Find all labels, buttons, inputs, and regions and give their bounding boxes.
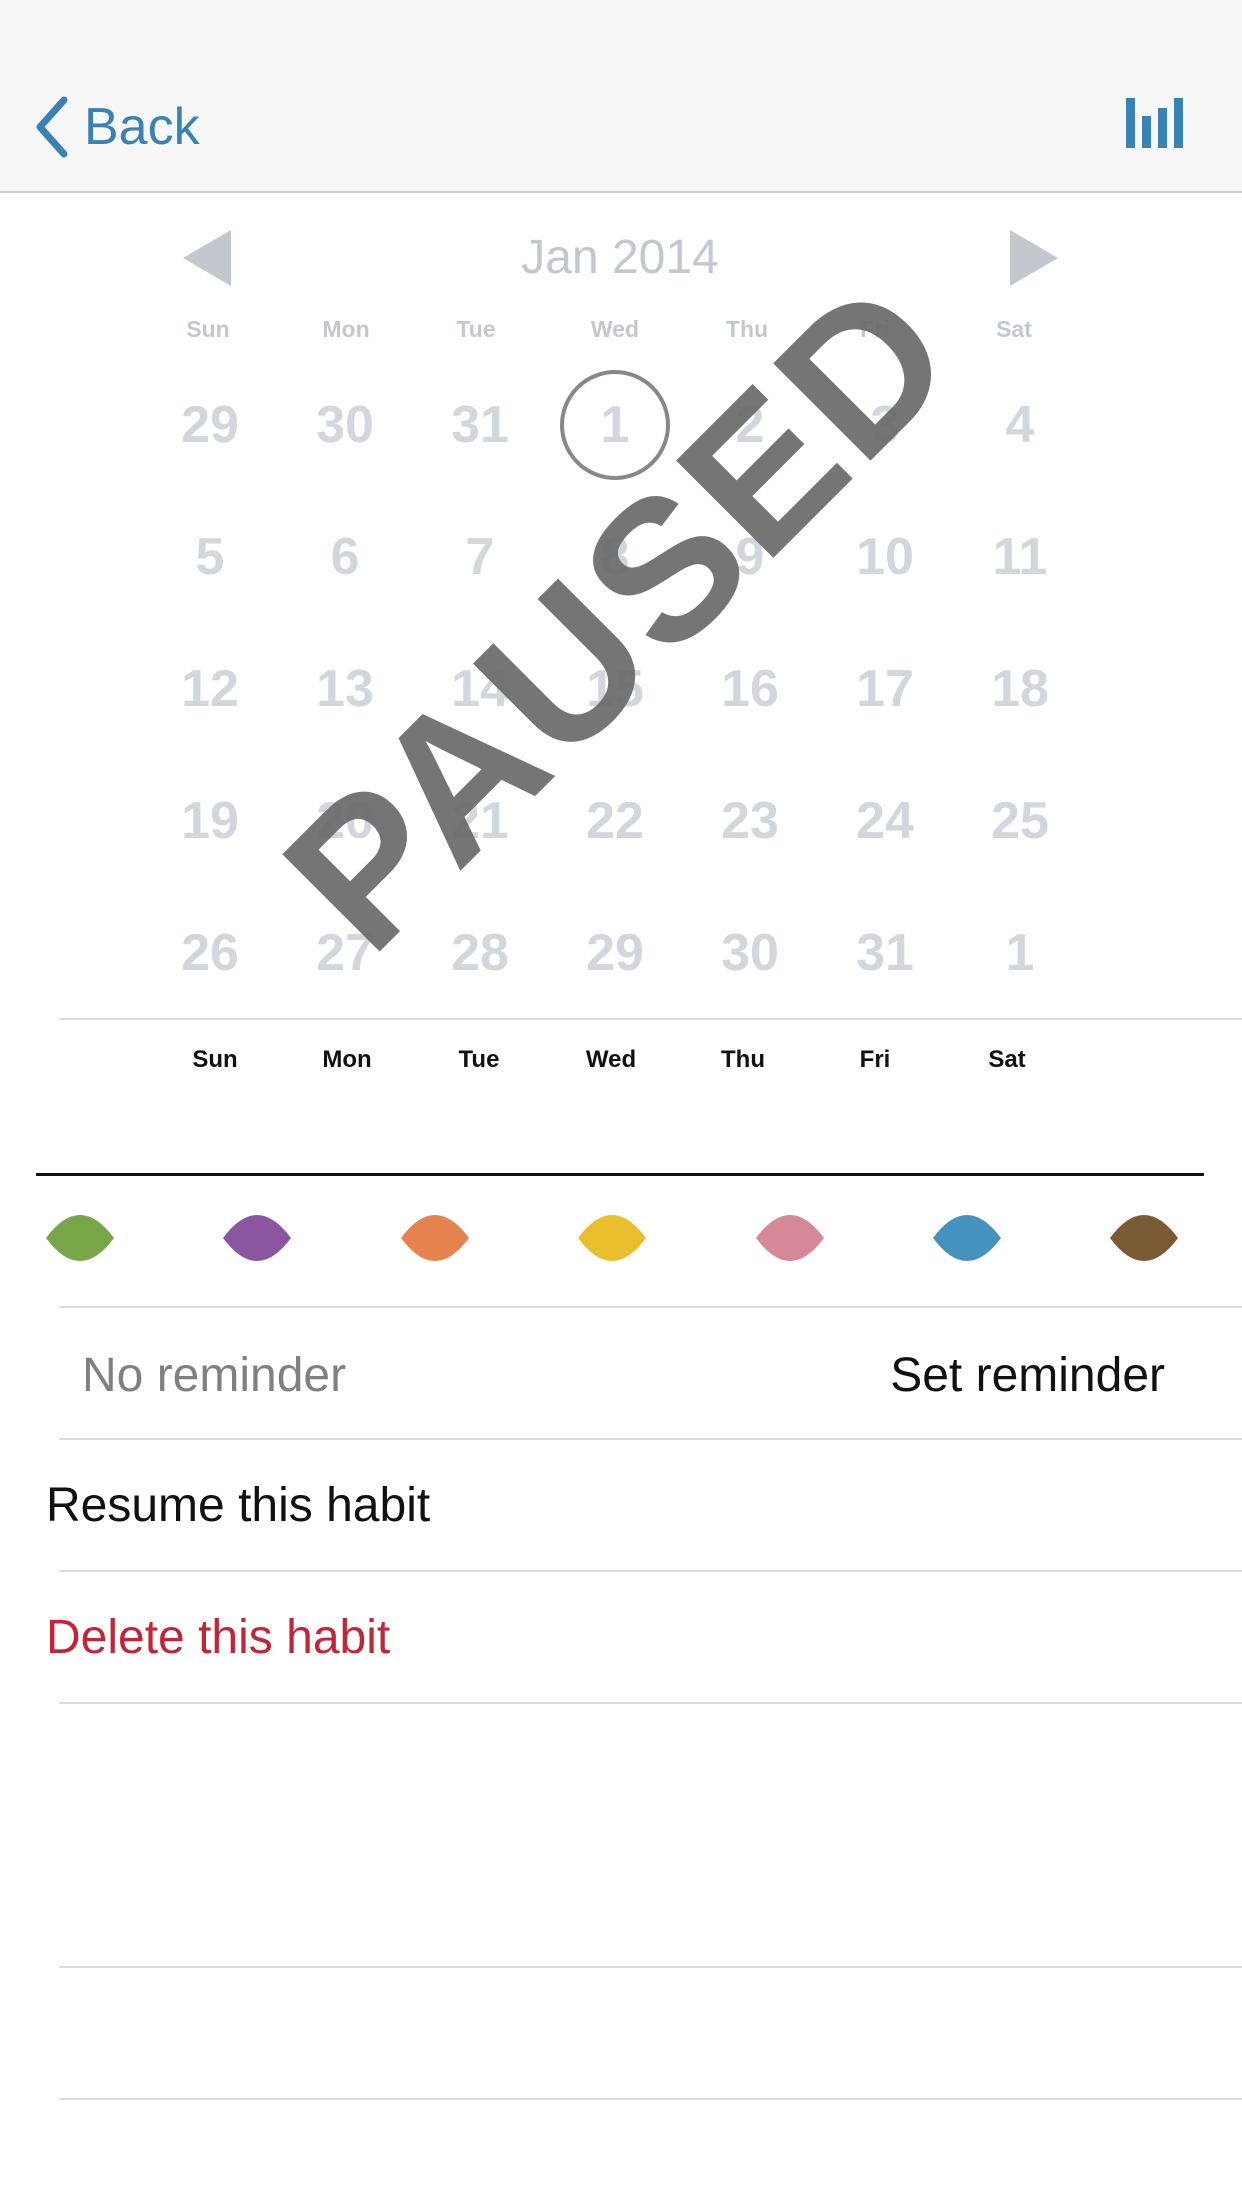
calendar-day[interactable]: 28	[425, 898, 535, 1008]
calendar-day[interactable]: 19	[155, 766, 265, 876]
calendar-day[interactable]: 11	[965, 502, 1075, 612]
color-swatch-blue[interactable]	[931, 1212, 1003, 1264]
calendar-day[interactable]: 31	[830, 898, 940, 1008]
calendar-day[interactable]: 18	[965, 634, 1075, 744]
calendar-day[interactable]: 7	[425, 502, 535, 612]
schedule-day-tue[interactable]: Tue	[419, 1046, 539, 1074]
calendar-day[interactable]: 5	[155, 502, 265, 612]
schedule-day-wed[interactable]: Wed	[551, 1046, 671, 1074]
calendar-day[interactable]: 4	[965, 370, 1075, 480]
calendar-day[interactable]: 10	[830, 502, 940, 612]
calendar-day[interactable]: 17	[830, 634, 940, 744]
divider	[59, 1018, 1242, 1020]
set-reminder-button[interactable]: Set reminder	[890, 1348, 1165, 1403]
calendar-day[interactable]: 31	[425, 370, 535, 480]
calendar-day[interactable]: 30	[290, 370, 400, 480]
calendar-day[interactable]: 3	[830, 370, 940, 480]
resume-habit-label: Resume this habit	[46, 1479, 431, 1532]
calendar-day[interactable]: 12	[155, 634, 265, 744]
calendar-day[interactable]: 26	[155, 898, 265, 1008]
color-swatch-pink[interactable]	[754, 1212, 826, 1264]
divider	[59, 1702, 1242, 1704]
delete-habit-button[interactable]: Delete this habit	[0, 1572, 1242, 1702]
calendar-day[interactable]: 27	[290, 898, 400, 1008]
calendar-day[interactable]: 25	[965, 766, 1075, 876]
schedule-day-sat[interactable]: Sat	[947, 1046, 1067, 1074]
calendar-day[interactable]: 30	[695, 898, 805, 1008]
calendar-day[interactable]: 13	[290, 634, 400, 744]
color-swatch-orange[interactable]	[399, 1212, 471, 1264]
divider	[59, 1966, 1242, 1968]
schedule-underline	[36, 1173, 1204, 1176]
schedule-day-sun[interactable]: Sun	[155, 1046, 275, 1074]
schedule-day-thu[interactable]: Thu	[683, 1046, 803, 1074]
calendar-day[interactable]: 14	[425, 634, 535, 744]
color-picker	[0, 1210, 1242, 1270]
calendar-day[interactable]: 2	[695, 370, 805, 480]
calendar-day[interactable]: 16	[695, 634, 805, 744]
color-swatch-green[interactable]	[44, 1212, 116, 1264]
calendar-day[interactable]: 6	[290, 502, 400, 612]
calendar-day[interactable]: 15	[560, 634, 670, 744]
color-swatch-purple[interactable]	[221, 1212, 293, 1264]
schedule-day-fri[interactable]: Fri	[815, 1046, 935, 1074]
calendar-day[interactable]: 22	[560, 766, 670, 876]
calendar-day[interactable]: 24	[830, 766, 940, 876]
schedule-day-mon[interactable]: Mon	[287, 1046, 407, 1074]
color-swatch-yellow[interactable]	[576, 1212, 648, 1264]
calendar-day[interactable]: 21	[425, 766, 535, 876]
calendar-day[interactable]: 1	[965, 898, 1075, 1008]
resume-habit-button[interactable]: Resume this habit	[0, 1440, 1242, 1570]
calendar-day[interactable]: 29	[560, 898, 670, 1008]
calendar-grid: 29 30 31 1 2 3 4 5 6 7 8 9 10 11 12 13 14 15 16 17 18 19 20 21 2…	[0, 0, 1242, 1000]
calendar-day[interactable]: 23	[695, 766, 805, 876]
reminder-row: No reminder Set reminder	[0, 1308, 1242, 1440]
calendar-day[interactable]: 9	[695, 502, 805, 612]
calendar-day-today[interactable]: 1	[560, 370, 670, 480]
reminder-status: No reminder	[82, 1349, 347, 1402]
schedule-days: Sun Mon Tue Wed Thu Fri Sat	[0, 1046, 1242, 1082]
color-swatch-brown[interactable]	[1108, 1212, 1180, 1264]
calendar-day[interactable]: 29	[155, 370, 265, 480]
calendar-day[interactable]: 8	[560, 502, 670, 612]
calendar-day[interactable]: 20	[290, 766, 400, 876]
divider	[59, 2098, 1242, 2100]
delete-habit-label: Delete this habit	[46, 1611, 391, 1664]
